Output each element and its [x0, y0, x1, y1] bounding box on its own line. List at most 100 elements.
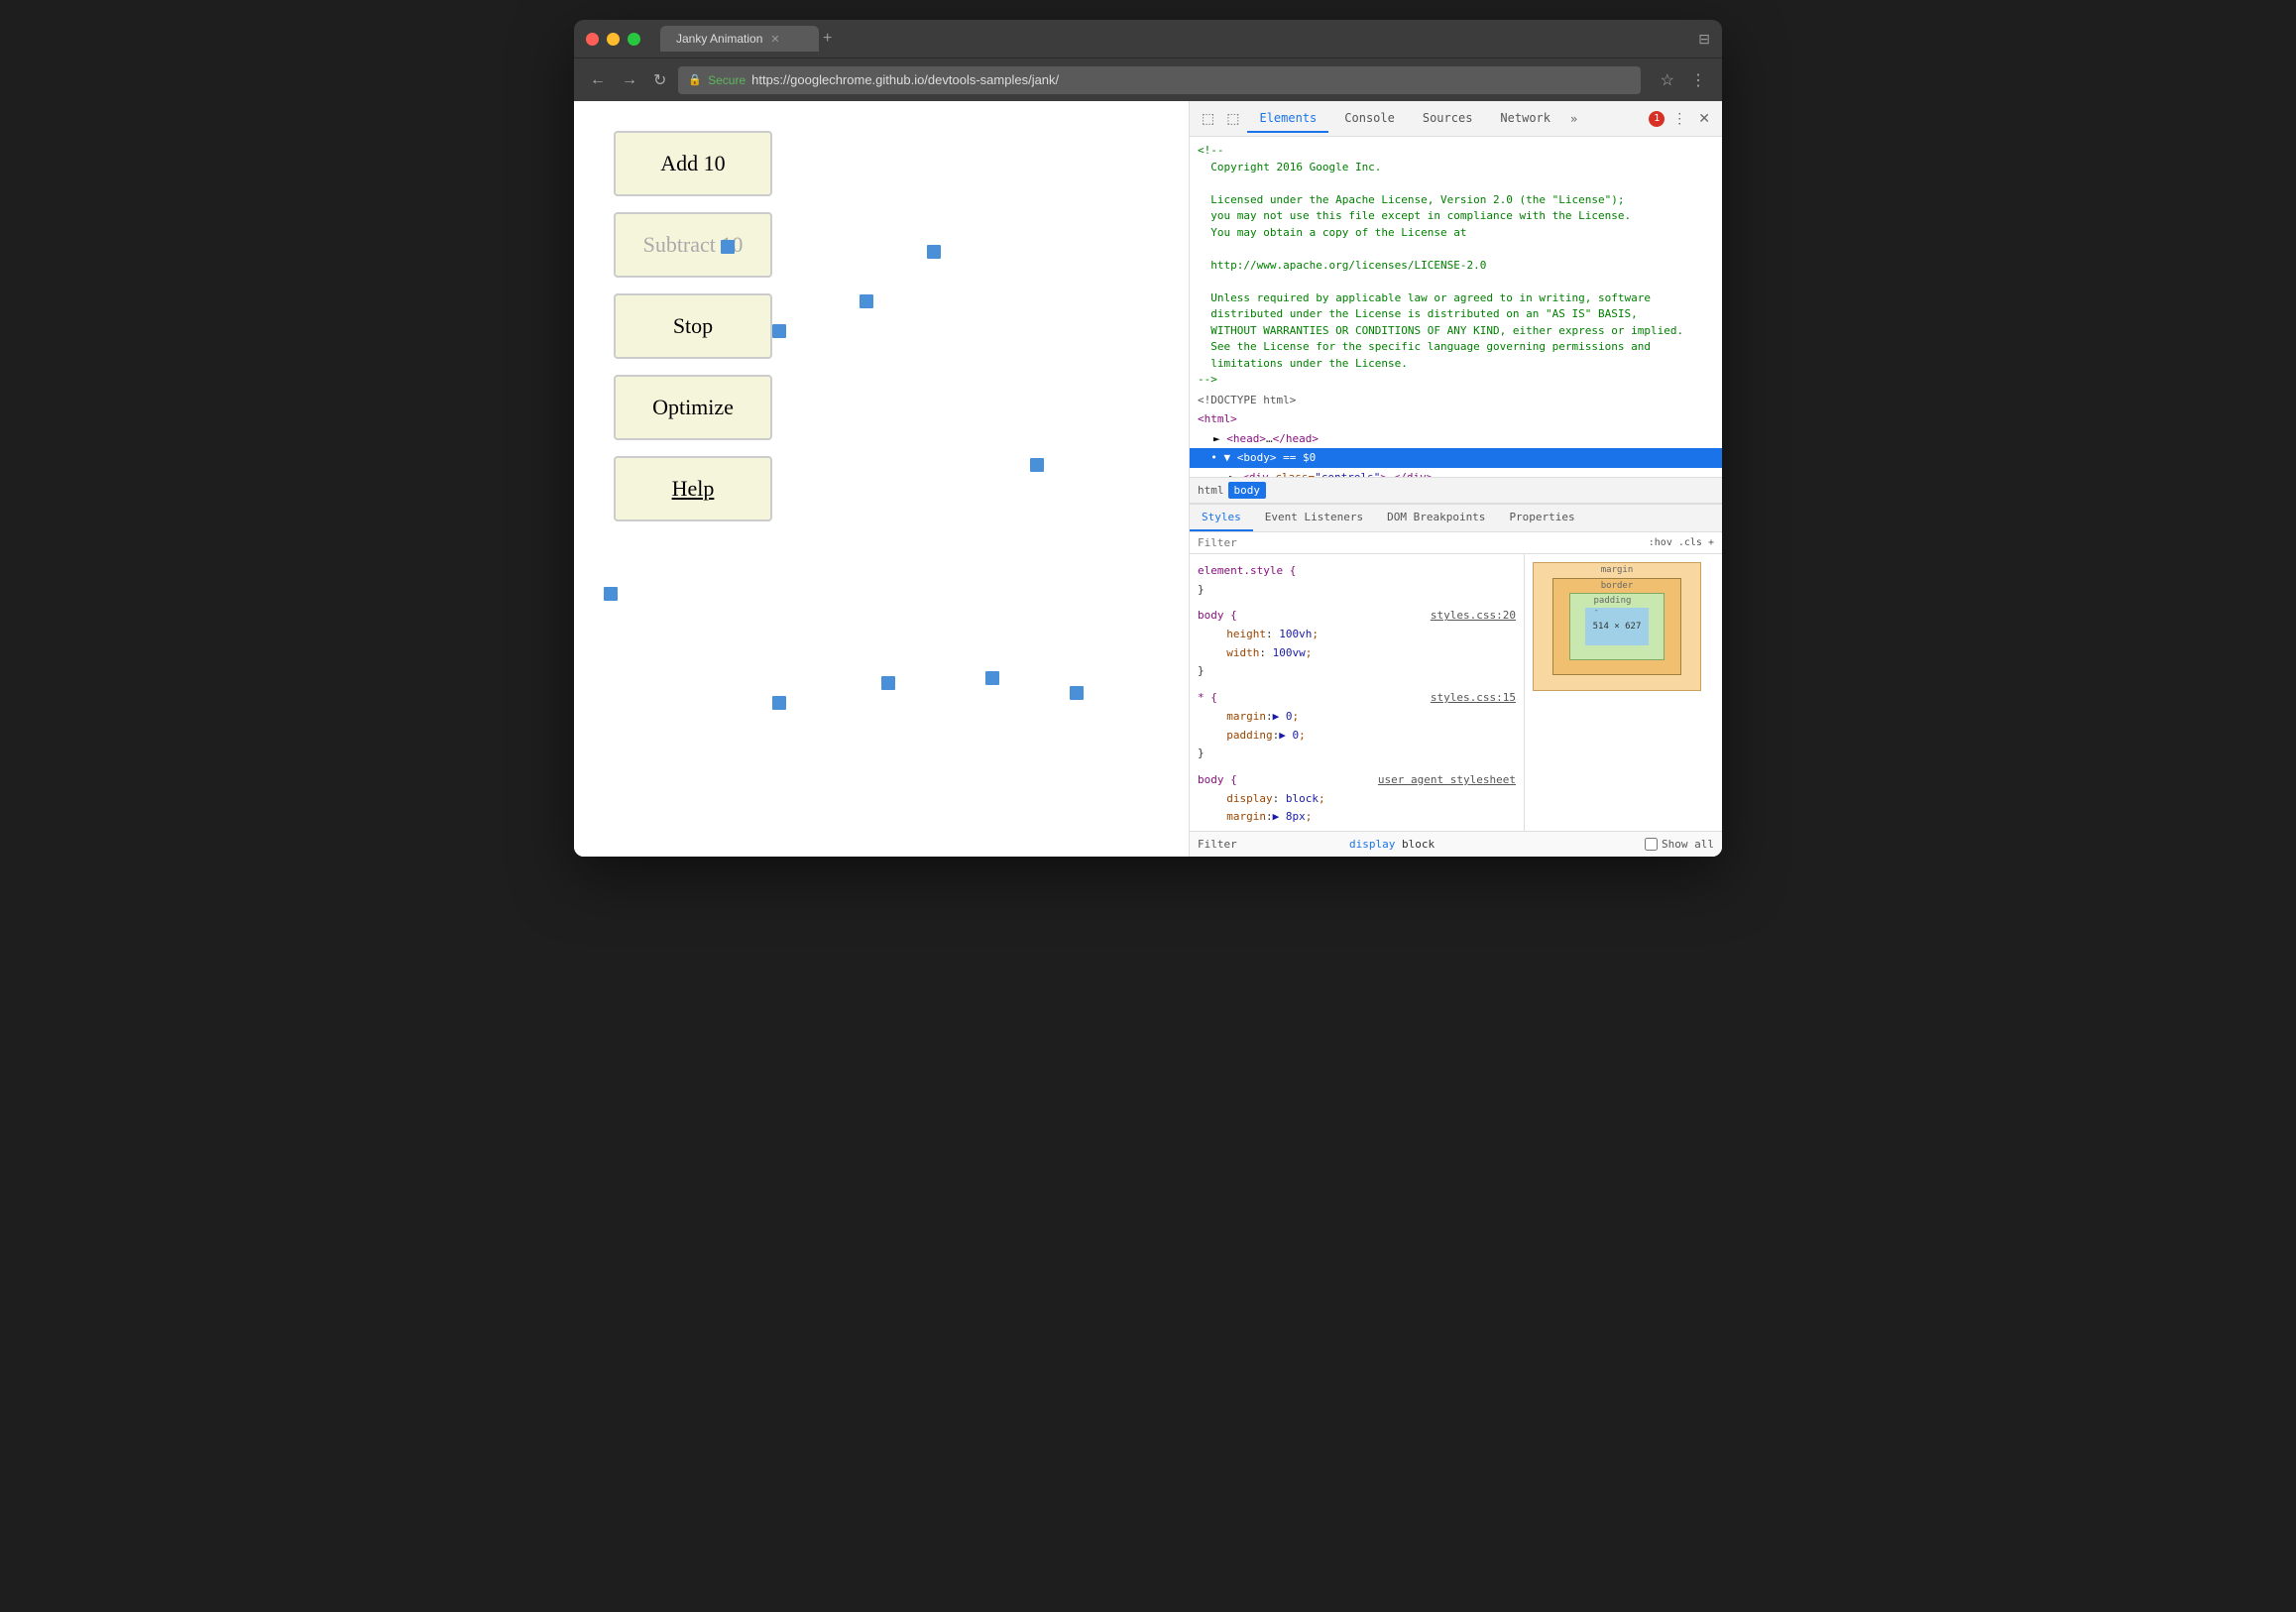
css-selector[interactable]: element.style { [1198, 564, 1296, 577]
content-size: 514 × 627 [1593, 622, 1642, 632]
back-button[interactable]: ← [586, 67, 610, 93]
breadcrumb-html[interactable]: html [1198, 484, 1224, 497]
animated-element [772, 324, 786, 338]
html-body[interactable]: • ▼ <body> == $0 [1190, 448, 1722, 468]
title-bar: Janky Animation ✕ + ⊟ [574, 20, 1722, 58]
css-source[interactable]: styles.css:15 [1431, 689, 1516, 708]
css-close-brace: } [1198, 747, 1205, 759]
animated-element [860, 294, 873, 308]
animated-element [721, 240, 735, 254]
subtract-button[interactable]: Subtract 10 [614, 212, 772, 278]
tab-console[interactable]: Console [1332, 105, 1407, 133]
css-source[interactable]: user agent stylesheet [1378, 771, 1516, 790]
animated-element [772, 696, 786, 710]
tab-dom-breakpoints[interactable]: DOM Breakpoints [1375, 505, 1497, 531]
devtools-more-icon[interactable]: ⋮ [1668, 108, 1690, 129]
tab-sources[interactable]: Sources [1411, 105, 1485, 133]
css-prop: padding:▶ 0; [1198, 729, 1306, 742]
url-text[interactable]: https://googlechrome.github.io/devtools-… [751, 72, 1059, 87]
animated-element [927, 245, 941, 259]
breadcrumb: html body [1190, 477, 1722, 504]
devtools-toolbar-right: 1 ⋮ ✕ [1649, 108, 1714, 129]
lock-icon: 🔒 [688, 73, 702, 86]
tab-elements[interactable]: Elements [1247, 105, 1328, 133]
bookmark-button[interactable]: ☆ [1657, 66, 1678, 94]
html-comment: <!-- Copyright 2016 Google Inc. Licensed… [1190, 141, 1722, 391]
padding-label: padding - [1594, 596, 1641, 616]
help-button[interactable]: Help [614, 456, 772, 521]
html-head[interactable]: ► <head>…</head> [1190, 429, 1722, 449]
box-model-panel: margin border padding - 514 × 627 [1524, 554, 1722, 831]
browser-window: Janky Animation ✕ + ⊟ ← → ↻ 🔒 Secure htt… [574, 20, 1722, 857]
css-source[interactable]: styles.css:20 [1431, 607, 1516, 626]
traffic-lights [586, 33, 640, 46]
css-close-brace: } [1198, 664, 1205, 677]
hov-cls-controls[interactable]: :hov .cls + [1649, 537, 1714, 548]
computed-panel: Filter display block Show all [1190, 831, 1722, 857]
page-area: Add 10 Subtract 10 Stop Optimize Help [574, 101, 1189, 857]
device-toolbar-icon[interactable]: ⬚ [1222, 108, 1243, 129]
new-tab-button[interactable]: + [823, 30, 832, 48]
css-prop: margin:▶ 8px; [1198, 810, 1312, 823]
display-prop[interactable]: display [1349, 838, 1395, 851]
inspect-element-icon[interactable]: ⬚ [1198, 108, 1218, 129]
computed-display-row: display block [1349, 838, 1637, 851]
tab-network[interactable]: Network [1488, 105, 1562, 133]
titlebar-controls: ⊟ [1698, 31, 1710, 48]
browser-tab[interactable]: Janky Animation ✕ [660, 26, 819, 52]
devtools-close-icon[interactable]: ✕ [1694, 108, 1714, 129]
forward-button[interactable]: → [618, 67, 641, 93]
optimize-button[interactable]: Optimize [614, 375, 772, 440]
tab-title: Janky Animation [676, 32, 762, 46]
css-selector[interactable]: body { [1198, 609, 1237, 622]
animated-element [1070, 686, 1084, 700]
computed-left: Filter [1198, 838, 1341, 851]
filter-label: Filter [1198, 838, 1237, 851]
css-selector[interactable]: * { [1198, 691, 1217, 704]
computed-right: Show all [1645, 838, 1714, 851]
css-close-brace: } [1198, 583, 1205, 596]
more-tabs-icon[interactable]: » [1566, 108, 1581, 130]
margin-label: margin [1601, 565, 1634, 575]
stop-button[interactable]: Stop [614, 293, 772, 359]
styles-filter-input[interactable] [1198, 536, 1645, 549]
add-button[interactable]: Add 10 [614, 131, 772, 196]
tab-event-listeners[interactable]: Event Listeners [1253, 505, 1375, 531]
browser-content: Add 10 Subtract 10 Stop Optimize Help ⬚ … [574, 101, 1722, 857]
css-rule-star-15: * { styles.css:15 margin:▶ 0; padding:▶ … [1190, 685, 1524, 767]
minimize-button[interactable] [607, 33, 620, 46]
close-button[interactable] [586, 33, 599, 46]
nav-bar: ← → ↻ 🔒 Secure https://googlechrome.gith… [574, 58, 1722, 101]
css-rule-body-ua: body { user agent stylesheet display: bl… [1190, 767, 1524, 831]
show-all-label: Show all [1662, 838, 1714, 851]
tab-styles[interactable]: Styles [1190, 505, 1253, 531]
css-prop: height: 100vh; [1198, 628, 1319, 640]
html-doctype[interactable]: <!DOCTYPE html> [1190, 391, 1722, 410]
address-bar[interactable]: 🔒 Secure https://googlechrome.github.io/… [678, 66, 1640, 94]
devtools-panel: ⬚ ⬚ Elements Console Sources Network » 1… [1189, 101, 1722, 857]
styles-panel: Styles Event Listeners DOM Breakpoints P… [1190, 504, 1722, 831]
css-prop: display: block; [1198, 792, 1325, 805]
html-tag[interactable]: <html> [1190, 409, 1722, 429]
error-count: 1 [1654, 113, 1660, 124]
box-model-margin: margin border padding - 514 × 627 [1533, 562, 1701, 691]
animated-element [604, 587, 618, 601]
error-badge: 1 [1649, 111, 1665, 127]
elements-panel: <!-- Copyright 2016 Google Inc. Licensed… [1190, 137, 1722, 477]
html-controls-div[interactable]: ► <div class="controls">…</div> [1190, 468, 1722, 477]
tab-properties[interactable]: Properties [1497, 505, 1586, 531]
reload-button[interactable]: ↻ [649, 66, 670, 94]
styles-content: element.style { } body { styles.css:20 h… [1190, 554, 1722, 831]
styles-tabs: Styles Event Listeners DOM Breakpoints P… [1190, 505, 1722, 532]
menu-button[interactable]: ⋮ [1686, 66, 1710, 94]
breadcrumb-body[interactable]: body [1228, 482, 1267, 499]
show-all-checkbox[interactable] [1645, 838, 1658, 851]
box-model-padding: padding - 514 × 627 [1569, 593, 1665, 660]
tab-bar: Janky Animation ✕ + [660, 26, 1690, 52]
styles-filter-bar: :hov .cls + [1190, 532, 1722, 554]
maximize-button[interactable] [628, 33, 640, 46]
css-selector[interactable]: body { [1198, 773, 1237, 786]
tab-close-icon[interactable]: ✕ [770, 33, 779, 46]
css-rule-body-20: body { styles.css:20 height: 100vh; widt… [1190, 603, 1524, 685]
devtools-toolbar: ⬚ ⬚ Elements Console Sources Network » 1… [1190, 101, 1722, 137]
